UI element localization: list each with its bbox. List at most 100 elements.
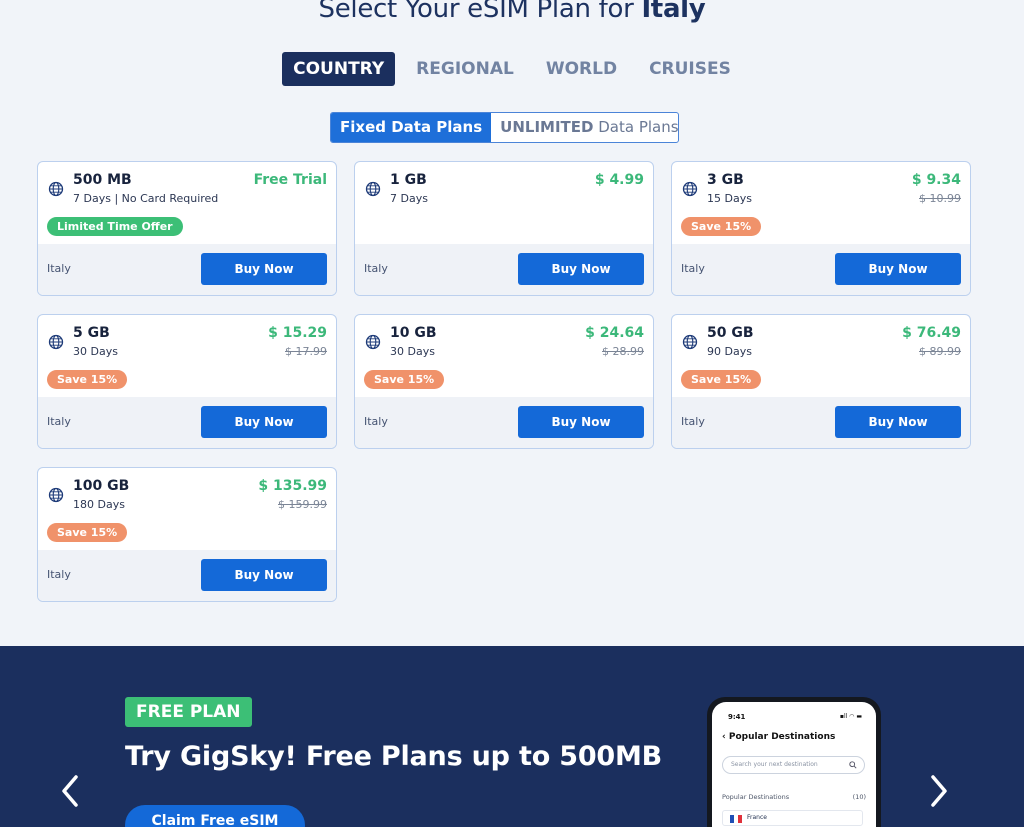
plan-duration: 7 Days [390,192,428,205]
plan-card: 10 GB 30 Days $ 24.64 $ 28.99 Save 15% Italy B… [354,314,654,449]
plan-data-amount: 100 GB [73,478,130,494]
buy-now-button[interactable]: Buy Now [835,253,961,285]
plan-price: $ 76.49 [902,325,961,341]
plan-price: $ 9.34 [911,172,961,188]
buy-now-button[interactable]: Buy Now [201,406,327,438]
chevron-left-icon: ‹ [722,732,729,742]
plan-duration: 90 Days [707,345,752,358]
phone-search-placeholder: Search your next destination [731,761,818,768]
phone-destination-name: France [747,814,767,821]
tab-world[interactable]: WORLD [535,52,628,86]
buy-now-button[interactable]: Buy Now [518,406,644,438]
phone-mockup: 9:41 ▪ll ◠ ▬ ‹ Popular Destinations Sear… [707,697,881,827]
banner-title: Try GigSky! Free Plans up to 500MB [125,741,663,772]
plan-card: 100 GB 180 Days $ 135.99 $ 159.99 Save 15% It… [37,467,337,602]
plan-offer-badge: Save 15% [47,370,128,389]
plan-type-toggle: Fixed Data Plans UNLIMITED Data Plans [330,112,679,143]
buy-now-button[interactable]: Buy Now [201,559,327,591]
plan-original-price: $ 159.99 [278,498,327,511]
plan-card-header: 50 GB 90 Days $ 76.49 $ 89.99 Save 15% [672,315,970,399]
claim-free-esim-button[interactable]: Claim Free eSIM [125,805,305,827]
plan-card-header: 1 GB 7 Days $ 4.99 [355,162,653,246]
plan-card-footer: Italy Buy Now [672,244,970,295]
plan-data-amount: 3 GB [707,172,744,188]
phone-section-count: (10) [852,793,866,801]
plan-country: Italy [47,262,71,275]
page-title-prefix: Select Your eSIM Plan for [318,0,642,24]
plan-card: 3 GB 15 Days $ 9.34 $ 10.99 Save 15% Italy Buy… [671,161,971,296]
unlimited-data-plans-option[interactable]: UNLIMITED Data Plans [491,113,679,142]
promo-banner: FREE PLAN Try GigSky! Free Plans up to 5… [0,646,1024,827]
plan-card-header: 100 GB 180 Days $ 135.99 $ 159.99 Save 15% [38,468,336,552]
phone-status-icons: ▪ll ◠ ▬ [839,713,862,720]
plan-duration: 7 Days | No Card Required [73,192,219,205]
carousel-prev-button[interactable] [56,771,86,811]
page-title-country: Italy [641,0,706,24]
phone-screen-title: ‹ Popular Destinations [722,732,835,742]
plan-duration: 15 Days [707,192,752,205]
buy-now-button[interactable]: Buy Now [518,253,644,285]
phone-destination-row: France [722,810,863,826]
carousel-next-button[interactable] [923,771,953,811]
phone-search-input: Search your next destination [722,756,865,774]
plan-card: 50 GB 90 Days $ 76.49 $ 89.99 Save 15% Italy B… [671,314,971,449]
phone-time: 9:41 [728,713,746,721]
plan-country: Italy [681,415,705,428]
plan-data-amount: 5 GB [73,325,110,341]
phone-title-text: Popular Destinations [728,732,836,742]
plan-card: 5 GB 30 Days $ 15.29 $ 17.99 Save 15% Italy Bu… [37,314,337,449]
plan-card-footer: Italy Buy Now [355,244,653,295]
phone-section-label: Popular Destinations [722,793,790,801]
tab-cruises[interactable]: CRUISES [638,52,742,86]
globe-icon [365,334,381,350]
unlimited-label-rest: Data Plans [593,118,679,136]
plan-card: 1 GB 7 Days $ 4.99 Italy Buy Now [354,161,654,296]
chevron-left-icon [62,775,78,807]
region-tabs: COUNTRY REGIONAL WORLD CRUISES [0,52,1024,86]
france-flag-icon [730,815,742,823]
plan-price: Free Trial [253,172,327,188]
plan-price: $ 4.99 [594,172,644,188]
plan-offer-badge: Save 15% [681,217,762,236]
globe-icon [48,334,64,350]
plan-country: Italy [47,415,71,428]
plan-country: Italy [47,568,71,581]
plan-duration: 30 Days [73,345,118,358]
plan-card-footer: Italy Buy Now [38,550,336,601]
phone-screen: 9:41 ▪ll ◠ ▬ ‹ Popular Destinations Sear… [712,702,876,827]
plan-country: Italy [681,262,705,275]
tab-regional[interactable]: REGIONAL [405,52,525,86]
globe-icon [682,181,698,197]
free-plan-badge: FREE PLAN [125,697,252,727]
page-title: Select Your eSIM Plan for Italy [0,0,1024,24]
unlimited-label-bold: UNLIMITED [500,118,594,136]
plan-price: $ 15.29 [268,325,327,341]
globe-icon [48,181,64,197]
plan-card-footer: Italy Buy Now [355,397,653,448]
buy-now-button[interactable]: Buy Now [835,406,961,438]
plan-original-price: $ 17.99 [285,345,327,358]
chevron-right-icon [931,775,947,807]
globe-icon [682,334,698,350]
plan-original-price: $ 10.99 [919,192,961,205]
buy-now-button[interactable]: Buy Now [201,253,327,285]
plan-duration: 180 Days [73,498,125,511]
globe-icon [48,487,64,503]
plan-card-footer: Italy Buy Now [38,397,336,448]
plan-country: Italy [364,262,388,275]
plan-card-header: 10 GB 30 Days $ 24.64 $ 28.99 Save 15% [355,315,653,399]
plan-card-header: 3 GB 15 Days $ 9.34 $ 10.99 Save 15% [672,162,970,246]
plan-card-footer: Italy Buy Now [38,244,336,295]
plan-country: Italy [364,415,388,428]
plan-card: 500 MB 7 Days | No Card Required Free Tria… [37,161,337,296]
plan-original-price: $ 89.99 [919,345,961,358]
plan-offer-badge: Save 15% [681,370,762,389]
plan-data-amount: 1 GB [390,172,427,188]
plan-offer-badge: Limited Time Offer [47,217,183,236]
fixed-data-plans-option[interactable]: Fixed Data Plans [331,113,492,142]
plan-duration: 30 Days [390,345,435,358]
plan-offer-badge: Save 15% [364,370,445,389]
tab-country[interactable]: COUNTRY [282,52,396,86]
plan-card-footer: Italy Buy Now [672,397,970,448]
plan-data-amount: 50 GB [707,325,754,341]
